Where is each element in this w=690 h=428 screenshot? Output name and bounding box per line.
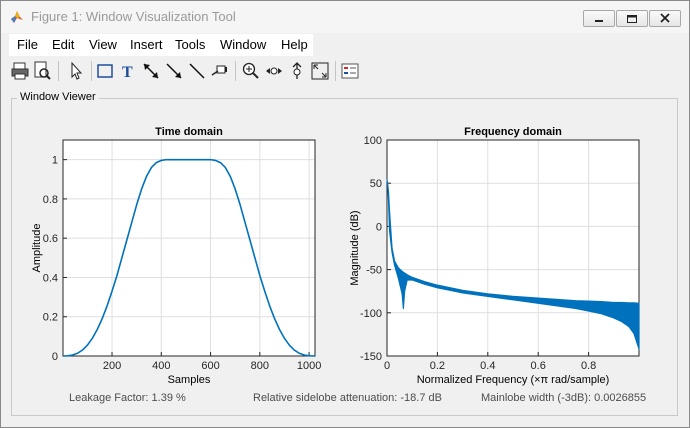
x-axis-label: Samples [168, 374, 211, 386]
y-tick-label: 1 [52, 155, 58, 167]
y-tick-label: 0 [376, 221, 382, 233]
y-tick-label: 0 [52, 351, 58, 363]
x-tick-label: 0.4 [480, 360, 495, 372]
y-tick-label: -100 [360, 308, 382, 320]
frequency-domain-plot[interactable]: 0 0.2 0.4 0.6 0.8 -150 -100 -50 0 50 100 Frequency … [349, 126, 640, 386]
y-tick-label: 100 [364, 135, 382, 147]
x-tick-label: 800 [251, 360, 269, 372]
plot-area [387, 140, 639, 356]
leakage-factor: Leakage Factor: 1.39 % [69, 392, 186, 404]
x-tick-label: 0 [384, 360, 390, 372]
y-axis-label: Amplitude [31, 224, 43, 273]
x-tick-label: 600 [201, 360, 219, 372]
y-tick-label: -150 [360, 351, 382, 363]
x-tick-label: 400 [152, 360, 170, 372]
plots-canvas: 200 400 600 800 100000.20.40.60.81Time domai… [31, 126, 640, 386]
y-tick-label: 0.8 [43, 194, 58, 206]
y-axis-label: Magnitude (dB) [349, 210, 361, 285]
y-tick-label: -50 [366, 265, 382, 277]
y-tick-label: 0.6 [43, 233, 58, 245]
x-axis-label: Normalized Frequency (×π rad/sample) [417, 374, 610, 386]
time-domain-plot[interactable]: 200 400 600 800 1000 0 0.2 0.4 0.6 0.8 1 Time domai… [31, 126, 321, 386]
plot-title: Time domain [155, 126, 223, 138]
y-tick-label: 0.4 [43, 272, 58, 284]
x-tick-label: 0.8 [581, 360, 596, 372]
x-tick-label: 200 [103, 360, 121, 372]
figure-window: Figure 1: Window Visualization Tool File… [0, 0, 690, 428]
x-tick-label: 1000 [297, 360, 321, 372]
y-tick-label: 50 [370, 178, 382, 190]
sidelobe-attenuation: Relative sidelobe attenuation: -18.7 dB [253, 392, 442, 404]
plot-title: Frequency domain [464, 126, 562, 138]
mainlobe-width: Mainlobe width (-3dB): 0.0026855 [481, 392, 647, 404]
x-tick-label: 0.2 [430, 360, 445, 372]
x-tick-label: 0.6 [531, 360, 546, 372]
y-tick-label: 0.2 [43, 312, 58, 324]
